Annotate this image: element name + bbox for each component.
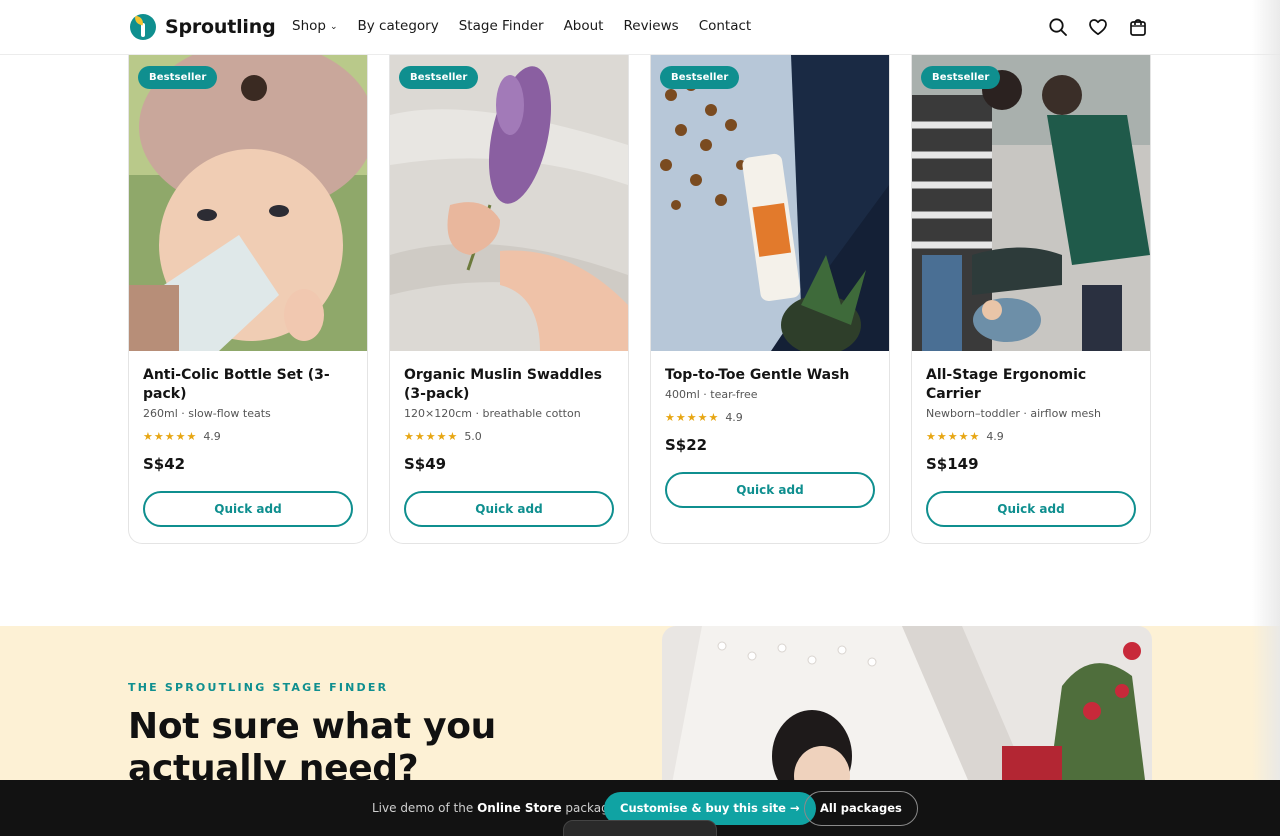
product-subtitle: 400ml · tear-free [665, 388, 758, 401]
star-rating-icon: ★★★★★ [665, 411, 720, 424]
nav-contact[interactable]: Contact [699, 18, 752, 34]
editor-toolbar-dock[interactable] [563, 820, 717, 836]
rating-value: 4.9 [986, 430, 1004, 443]
product-price: S$49 [404, 455, 447, 473]
search-icon[interactable] [1048, 17, 1068, 37]
quick-add-button[interactable]: Quick add [143, 491, 353, 527]
demo-text-prefix: Live demo of the [372, 801, 474, 815]
rating-value: 4.9 [725, 411, 743, 424]
product-subtitle: 260ml · slow-flow teats [143, 407, 271, 420]
product-price: S$149 [926, 455, 979, 473]
nav-shop-label: Shop [292, 18, 326, 34]
brand-name: Sproutling [165, 16, 276, 38]
quick-add-button[interactable]: Quick add [926, 491, 1136, 527]
main-nav: Shop ⌄ By category Stage Finder About Re… [292, 18, 751, 34]
product-card[interactable]: Bestseller All-Stage Ergonomic Carrier N… [911, 55, 1151, 544]
product-name[interactable]: Anti-Colic Bottle Set (3-pack) [143, 366, 353, 404]
star-rating-icon: ★★★★★ [926, 430, 981, 443]
demo-package-name: Online Store [477, 801, 562, 815]
product-card[interactable]: Bestseller Organic Muslin Swaddles (3-pa… [389, 55, 629, 544]
all-packages-button[interactable]: All packages [804, 791, 918, 826]
product-price: S$22 [665, 436, 708, 454]
product-rating: ★★★★★ 5.0 [404, 430, 614, 443]
product-image-gentle-wash[interactable]: Bestseller [651, 55, 889, 351]
brand-logo[interactable]: Sproutling [130, 14, 276, 40]
product-subtitle: Newborn–toddler · airflow mesh [926, 407, 1102, 420]
star-rating-icon: ★★★★★ [404, 430, 459, 443]
product-name[interactable]: Organic Muslin Swaddles (3-pack) [404, 366, 614, 404]
bestseller-badge: Bestseller [921, 66, 1001, 89]
quick-add-button[interactable]: Quick add [404, 491, 614, 527]
nav-reviews[interactable]: Reviews [623, 18, 678, 34]
product-subtitle: 120×120cm · breathable cotton [404, 407, 581, 420]
section-title: Not sure what you actually need? [128, 706, 497, 789]
bestseller-badge: Bestseller [399, 66, 479, 89]
nav-shop[interactable]: Shop ⌄ [292, 18, 338, 34]
product-name[interactable]: Top-to-Toe Gentle Wash [665, 366, 875, 385]
demo-bar: Live demo of the Online Store package. C… [0, 780, 1280, 836]
bag-icon[interactable] [1128, 17, 1148, 37]
quick-add-button[interactable]: Quick add [665, 472, 875, 508]
bestseller-badge: Bestseller [138, 66, 218, 89]
header-actions [1048, 17, 1148, 37]
nav-by-category[interactable]: By category [358, 18, 439, 34]
product-image-bottle-set[interactable]: Bestseller [129, 55, 367, 351]
rating-value: 4.9 [203, 430, 221, 443]
baby-bottle-photo [129, 55, 367, 351]
sprout-logo-icon [130, 14, 156, 40]
lilac-flower-photo [390, 55, 628, 351]
nav-about[interactable]: About [564, 18, 604, 34]
product-rating: ★★★★★ 4.9 [143, 430, 353, 443]
nav-stage-finder[interactable]: Stage Finder [459, 18, 544, 34]
product-rating: ★★★★★ 4.9 [926, 430, 1136, 443]
wash-tube-photo [651, 55, 889, 351]
demo-bar-text: Live demo of the Online Store package. [372, 801, 620, 815]
bestseller-badge: Bestseller [660, 66, 740, 89]
product-card[interactable]: Bestseller Anti-Colic Bottle Set (3-pack… [128, 55, 368, 544]
product-name[interactable]: All-Stage Ergonomic Carrier [926, 366, 1136, 404]
star-rating-icon: ★★★★★ [143, 430, 198, 443]
product-card[interactable]: Bestseller Top-to-Toe Gentle Wash 400ml … [650, 55, 890, 544]
product-image-muslin-swaddles[interactable]: Bestseller [390, 55, 628, 351]
product-image-ergonomic-carrier[interactable]: Bestseller [912, 55, 1150, 351]
family-stroller-photo [912, 55, 1150, 351]
product-price: S$42 [143, 455, 186, 473]
product-rating: ★★★★★ 4.9 [665, 411, 875, 424]
heart-icon[interactable] [1088, 17, 1108, 37]
chevron-down-icon: ⌄ [329, 21, 338, 32]
rating-value: 5.0 [464, 430, 482, 443]
site-header: Sproutling Shop ⌄ By category Stage Find… [0, 0, 1280, 55]
section-eyebrow: THE SPROUTLING STAGE FINDER [128, 681, 389, 694]
